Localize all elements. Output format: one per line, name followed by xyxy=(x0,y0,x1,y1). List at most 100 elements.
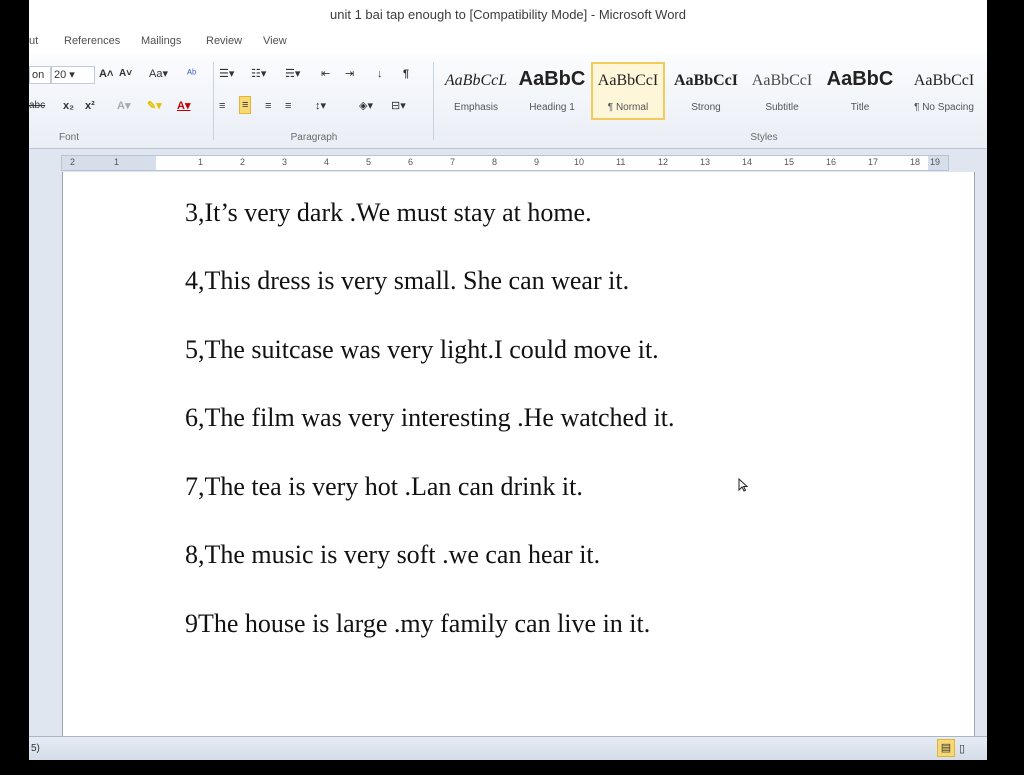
sort-icon[interactable]: ↓ xyxy=(377,66,383,82)
document-line[interactable]: 8,The music is very soft .we can hear it… xyxy=(185,540,600,570)
font-color-icon[interactable]: A▾ xyxy=(177,98,190,114)
document-line[interactable]: 9The house is large .my family can live … xyxy=(185,609,650,639)
ruler-number: 9 xyxy=(534,157,540,167)
ruler-number: 14 xyxy=(742,157,753,167)
style-strong[interactable]: AaBbCcI Strong xyxy=(669,62,743,120)
ruler-number: 6 xyxy=(408,157,414,167)
numbering-icon[interactable]: ☷▾ xyxy=(251,66,266,82)
ruler-number: 19 xyxy=(930,157,941,167)
style-normal[interactable]: AaBbCcI ¶ Normal xyxy=(591,62,665,120)
styles-group-label: Styles xyxy=(750,132,778,143)
font-name-dropdown[interactable]: on xyxy=(29,66,51,84)
style-name: ¶ Normal xyxy=(607,102,649,113)
print-layout-view-icon[interactable]: ▤ xyxy=(937,739,955,757)
style-emphasis[interactable]: AaBbCcL Emphasis xyxy=(439,62,513,120)
tab-review[interactable]: Review xyxy=(206,35,242,47)
document-line[interactable]: 7,The tea is very hot .Lan can drink it. xyxy=(185,472,583,502)
ruler-number: 2 xyxy=(240,157,246,167)
shrink-font-icon[interactable]: A˅ xyxy=(119,66,132,82)
style-heading-1[interactable]: AaBbC Heading 1 xyxy=(515,62,589,120)
tab-mailings[interactable]: Mailings xyxy=(141,35,181,47)
ribbon-tabs: ut References Mailings Review View xyxy=(29,30,987,54)
ruler-number: 5 xyxy=(366,157,372,167)
bullets-icon[interactable]: ☰▾ xyxy=(219,66,234,82)
ruler-left-margin xyxy=(62,156,156,170)
style-preview: AaBbCcI xyxy=(597,72,659,89)
document-page[interactable]: 3,It’s very dark .We must stay at home. … xyxy=(62,172,975,736)
style-preview: AaBbC xyxy=(826,68,894,90)
font-group-label: Font xyxy=(58,132,79,143)
mouse-pointer-icon xyxy=(738,478,748,492)
tab-view[interactable]: View xyxy=(263,35,287,47)
window-title: unit 1 bai tap enough to [Compatibility … xyxy=(330,7,686,22)
full-screen-view-icon[interactable]: ▯ xyxy=(959,741,965,757)
text-effects-icon[interactable]: A▾ xyxy=(117,98,130,114)
document-area: 3,It’s very dark .We must stay at home. … xyxy=(29,172,987,736)
group-divider xyxy=(433,62,434,140)
style-preview: AaBbCcI xyxy=(673,72,738,89)
justify-icon[interactable]: ≡ xyxy=(285,98,291,114)
clear-format-icon[interactable]: ᴬᵇ xyxy=(187,66,196,82)
align-center-icon[interactable]: ≡ xyxy=(239,96,252,114)
style-preview: AaBbCcI xyxy=(913,72,975,89)
status-page-info: 5) xyxy=(31,743,40,754)
grow-font-icon[interactable]: A˄ xyxy=(99,66,113,82)
ruler-number: 13 xyxy=(700,157,711,167)
change-case-icon[interactable]: Aa▾ xyxy=(149,66,168,82)
ruler-number: 18 xyxy=(910,157,921,167)
ruler-number: 2 xyxy=(70,157,76,167)
ruler-number: 10 xyxy=(574,157,585,167)
style-subtitle[interactable]: AaBbCcI Subtitle xyxy=(745,62,819,120)
borders-icon[interactable]: ⊟▾ xyxy=(391,98,406,114)
decrease-indent-icon[interactable]: ⇤ xyxy=(321,66,330,82)
style-preview: AaBbC xyxy=(518,68,586,90)
style-preview: AaBbCcL xyxy=(444,72,508,89)
ruler-number: 7 xyxy=(450,157,456,167)
ruler-number: 17 xyxy=(868,157,879,167)
ruler-number: 1 xyxy=(114,157,120,167)
horizontal-ruler[interactable]: 2 1 1 2 3 4 5 6 7 8 9 10 11 12 13 14 15 … xyxy=(61,155,949,171)
ruler-number: 1 xyxy=(198,157,204,167)
shading-icon[interactable]: ◈▾ xyxy=(359,98,373,114)
tab-references[interactable]: References xyxy=(64,35,120,47)
align-left-icon[interactable]: ≡ xyxy=(219,98,225,114)
ruler-number: 12 xyxy=(658,157,669,167)
font-size-dropdown[interactable]: 20 ▾ xyxy=(51,66,95,84)
style-name: ¶ No Spacing xyxy=(914,102,974,113)
style-name: Heading 1 xyxy=(529,102,575,113)
style-name: Title xyxy=(850,102,870,113)
status-bar: 5) ▤ ▯ xyxy=(29,736,987,760)
ribbon: on 20 ▾ A˄ A˅ Aa▾ ᴬᵇ abc x₂ x² A▾ ✎▾ A▾ … xyxy=(29,54,987,149)
multilevel-list-icon[interactable]: ☴▾ xyxy=(285,66,300,82)
increase-indent-icon[interactable]: ⇥ xyxy=(345,66,354,82)
document-line[interactable]: 6,The film was very interesting .He watc… xyxy=(185,403,675,433)
line-spacing-icon[interactable]: ↕▾ xyxy=(315,98,326,114)
title-bar: unit 1 bai tap enough to [Compatibility … xyxy=(29,0,987,31)
ruler-number: 16 xyxy=(826,157,837,167)
document-line[interactable]: 5,The suitcase was very light.I could mo… xyxy=(185,335,659,365)
strikethrough-icon[interactable]: abc xyxy=(29,98,45,114)
align-right-icon[interactable]: ≡ xyxy=(265,98,271,114)
ruler-number: 8 xyxy=(492,157,498,167)
tab-layout[interactable]: ut xyxy=(29,35,38,47)
style-name: Subtitle xyxy=(765,102,799,113)
ruler-number: 11 xyxy=(616,157,626,167)
subscript-icon[interactable]: x₂ xyxy=(63,98,74,114)
highlight-icon[interactable]: ✎▾ xyxy=(147,98,162,114)
superscript-icon[interactable]: x² xyxy=(85,98,95,114)
ruler-number: 3 xyxy=(282,157,288,167)
style-name: Emphasis xyxy=(454,102,498,113)
paragraph-group-label: Paragraph xyxy=(290,132,338,143)
ruler-number: 4 xyxy=(324,157,330,167)
word-window: unit 1 bai tap enough to [Compatibility … xyxy=(29,0,987,760)
style-title[interactable]: AaBbC Title xyxy=(823,62,897,120)
style-name: Strong xyxy=(691,102,721,113)
document-line[interactable]: 4,This dress is very small. She can wear… xyxy=(185,266,629,296)
group-divider xyxy=(213,62,214,140)
ruler-number: 15 xyxy=(784,157,795,167)
document-line[interactable]: 3,It’s very dark .We must stay at home. xyxy=(185,198,592,228)
style-preview: AaBbCcI xyxy=(751,72,813,89)
style-no-spacing[interactable]: AaBbCcI ¶ No Spacing xyxy=(901,62,987,120)
show-formatting-icon[interactable]: ¶ xyxy=(403,66,409,82)
font-size-value: 20 xyxy=(54,69,67,81)
